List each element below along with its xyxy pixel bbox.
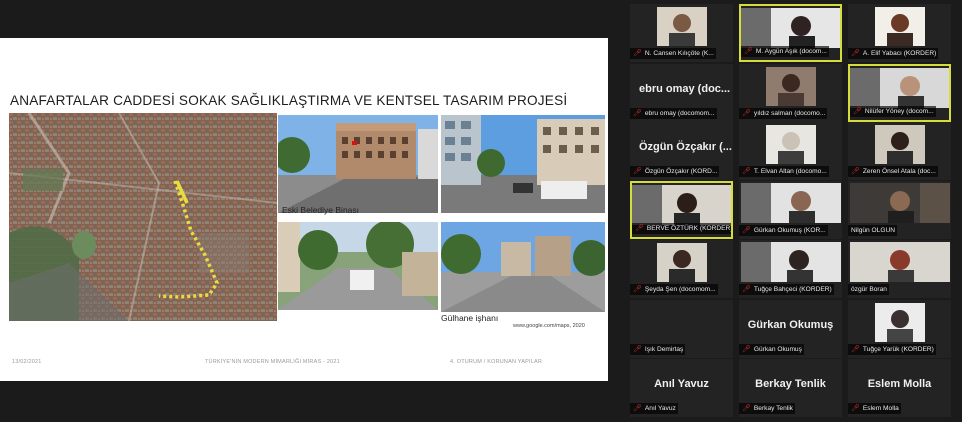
participant-video bbox=[765, 67, 816, 106]
aerial-map-image bbox=[9, 113, 277, 321]
participant-tile[interactable]: ebru omay (doc... 🎤︎ ebru omay (docomom..… bbox=[630, 64, 733, 122]
mic-muted-icon: 🎤︎ bbox=[853, 108, 862, 115]
street-photo-3 bbox=[278, 222, 438, 310]
mic-muted-icon: 🎤︎ bbox=[633, 286, 642, 293]
participant-video bbox=[849, 183, 950, 223]
mic-muted-icon: 🎤︎ bbox=[742, 346, 751, 353]
participant-name: Gürkan Okumuş bbox=[753, 346, 802, 353]
participant-video bbox=[765, 125, 816, 164]
participant-tile[interactable]: Gürkan Okumuş 🎤︎ Gürkan Okumuş bbox=[739, 300, 842, 358]
participant-name: M. Aygün Aşık (docom... bbox=[755, 48, 827, 55]
participant-tile[interactable]: Nilgün OLGUN bbox=[848, 181, 951, 239]
participant-display-name: Berkay Tenlik bbox=[755, 378, 826, 390]
participant-name: Tuğçe Yarük (KORDER) bbox=[862, 346, 934, 353]
participant-name: Eslem Molla bbox=[862, 405, 899, 412]
participant-video bbox=[850, 68, 949, 108]
participant-tile[interactable]: özgür Boran bbox=[848, 240, 951, 298]
participant-name: Gürkan Okumuş (KOR... bbox=[753, 227, 826, 234]
mic-muted-icon: 🎤︎ bbox=[633, 50, 642, 57]
mic-muted-icon: 🎤︎ bbox=[851, 405, 860, 412]
participant-tile[interactable]: 🎤︎ Zeren Önsel Atala (doc... bbox=[848, 122, 951, 180]
participant-name: Özgün Özçakır (KORD... bbox=[644, 168, 718, 175]
participant-video bbox=[874, 125, 925, 164]
participant-name: özgür Boran bbox=[851, 286, 887, 293]
participant-display-name: ebru omay (doc... bbox=[639, 83, 731, 95]
participant-video bbox=[740, 242, 841, 282]
participant-display-name: Özgün Özçakır (... bbox=[639, 141, 732, 153]
participant-name: BERVE ÖZTÜRK (KORDER) bbox=[646, 225, 733, 232]
participant-name: T. Elvan Altan (docomo... bbox=[753, 168, 827, 175]
mic-muted-icon: 🎤︎ bbox=[742, 405, 751, 412]
participant-video bbox=[740, 183, 841, 223]
participant-display-name: Anıl Yavuz bbox=[654, 378, 709, 390]
street-photo-eski-belediye bbox=[278, 115, 438, 213]
mic-muted-icon: 🎤︎ bbox=[851, 346, 860, 353]
participant-tile[interactable]: 🎤︎ N. Cansen Kılıçöte (K... bbox=[630, 4, 733, 62]
participant-tile[interactable]: Özgün Özçakır (... 🎤︎ Özgün Özçakır (KORD… bbox=[630, 122, 733, 180]
mic-muted-icon: 🎤︎ bbox=[633, 405, 642, 412]
participant-tile[interactable]: 🎤︎ Tuğçe Bahçeci (KORDER) bbox=[739, 240, 842, 298]
mic-muted-icon: 🎤︎ bbox=[635, 225, 644, 232]
mic-muted-icon: 🎤︎ bbox=[633, 110, 642, 117]
image-source: www.google.com/maps, 2020 bbox=[513, 323, 585, 329]
participant-name: Tuğçe Bahçeci (KORDER) bbox=[753, 286, 832, 293]
participant-tile[interactable]: 🎤︎ Işık Demirtaş bbox=[630, 300, 733, 358]
participant-name: Nilüfer Yöney (docom... bbox=[864, 108, 934, 115]
participant-name: Zeren Önsel Atala (doc... bbox=[862, 168, 936, 175]
participant-tile[interactable]: 🎤︎ A. Elif Yabacı (KORDER) bbox=[848, 4, 951, 62]
mic-muted-icon: 🎤︎ bbox=[742, 286, 751, 293]
participant-video bbox=[741, 8, 840, 48]
participant-tile[interactable]: 🎤︎ Nilüfer Yöney (docom... bbox=[848, 64, 951, 122]
participant-tile[interactable]: 🎤︎ yıldız salman (docomo... bbox=[739, 64, 842, 122]
mic-muted-icon: 🎤︎ bbox=[633, 346, 642, 353]
participant-name: N. Cansen Kılıçöte (K... bbox=[644, 50, 714, 57]
mic-muted-icon: 🎤︎ bbox=[633, 168, 642, 175]
participant-tile[interactable]: 🎤︎ Tuğçe Yarük (KORDER) bbox=[848, 300, 951, 358]
participant-tile[interactable]: 🎤︎ M. Aygün Aşık (docom... bbox=[739, 4, 842, 62]
participant-name: Anıl Yavuz bbox=[644, 405, 676, 412]
participant-tile[interactable]: 🎤︎ Gürkan Okumuş (KOR... bbox=[739, 181, 842, 239]
mic-muted-icon: 🎤︎ bbox=[742, 110, 751, 117]
shared-screen: ANAFARTALAR CADDESİ SOKAK SAĞLIKLAŞTIRMA… bbox=[0, 38, 608, 381]
participant-tile[interactable]: Eslem Molla 🎤︎ Eslem Molla bbox=[848, 359, 951, 417]
mic-muted-icon: 🎤︎ bbox=[744, 48, 753, 55]
participant-video bbox=[874, 303, 925, 342]
participant-name: Nilgün OLGUN bbox=[851, 227, 895, 234]
participant-name: ebru omay (docomom... bbox=[644, 110, 715, 117]
caption-eski-belediye: Eski Belediye Binası bbox=[282, 205, 360, 215]
footer-section: 4. OTURUM / KORUNAN YAPILAR bbox=[450, 359, 542, 365]
participant-name: yıldız salman (docomo... bbox=[753, 110, 826, 117]
caption-gulhane: Gülhane işhanı bbox=[441, 313, 499, 323]
participant-tile[interactable]: 🎤︎ BERVE ÖZTÜRK (KORDER) bbox=[630, 181, 733, 239]
mic-muted-icon: 🎤︎ bbox=[851, 168, 860, 175]
participant-name: A. Elif Yabacı (KORDER) bbox=[862, 50, 937, 57]
footer-course: TÜRKİYE'NİN MODERN MİMARLIĞI MİRAS - 202… bbox=[205, 359, 340, 365]
participant-name: Berkay Tenlik bbox=[753, 405, 793, 412]
participant-name: Işık Demirtaş bbox=[644, 346, 684, 353]
participant-name: Şeyda Şen (docomom... bbox=[644, 286, 716, 293]
participant-tile[interactable]: Anıl Yavuz 🎤︎ Anıl Yavuz bbox=[630, 359, 733, 417]
mic-muted-icon: 🎤︎ bbox=[742, 168, 751, 175]
participant-display-name: Eslem Molla bbox=[867, 378, 932, 390]
participant-tile[interactable]: Berkay Tenlik 🎤︎ Berkay Tenlik bbox=[739, 359, 842, 417]
participant-video bbox=[656, 7, 707, 46]
participant-tile[interactable]: 🎤︎ Şeyda Şen (docomom... bbox=[630, 240, 733, 298]
participant-video bbox=[656, 243, 707, 282]
street-photo-2 bbox=[441, 115, 605, 213]
footer-date: 13/02/2021 bbox=[12, 359, 42, 365]
participant-tile[interactable]: 🎤︎ T. Elvan Altan (docomo... bbox=[739, 122, 842, 180]
participant-video bbox=[849, 242, 950, 282]
participant-video bbox=[874, 7, 925, 46]
participant-display-name: Gürkan Okumuş bbox=[747, 319, 834, 331]
mic-muted-icon: 🎤︎ bbox=[742, 227, 751, 234]
participant-video bbox=[632, 185, 731, 225]
street-photo-gulhane bbox=[441, 222, 605, 312]
slide-title: ANAFARTALAR CADDESİ SOKAK SAĞLIKLAŞTIRMA… bbox=[10, 93, 568, 108]
mic-muted-icon: 🎤︎ bbox=[851, 50, 860, 57]
